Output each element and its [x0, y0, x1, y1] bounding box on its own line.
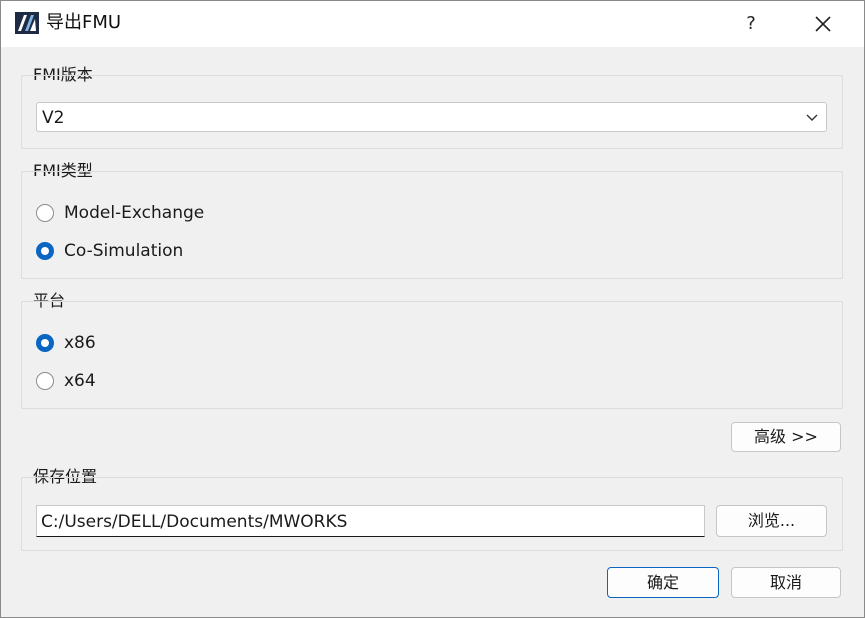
save-path-input[interactable]: C:/Users/DELL/Documents/MWORKS — [36, 505, 705, 537]
cancel-button[interactable]: 取消 — [731, 567, 841, 598]
fmi-version-select[interactable]: V2 — [36, 102, 827, 132]
chevron-down-icon — [806, 114, 818, 121]
radio-button-unchecked[interactable] — [36, 204, 54, 222]
advanced-button[interactable]: 高级 >> — [731, 422, 841, 452]
radio-button-checked[interactable] — [36, 242, 54, 260]
close-icon — [815, 16, 831, 32]
browse-button[interactable]: 浏览... — [716, 505, 827, 537]
radio-x64[interactable]: x64 — [36, 369, 236, 393]
window-title: 导出FMU — [46, 12, 122, 33]
export-fmu-dialog: 导出FMU ? FMI版本 V2 FMI类型 Model-Exchange Co… — [0, 0, 865, 618]
fmi-version-value: V2 — [42, 108, 65, 128]
ok-button[interactable]: 确定 — [607, 567, 719, 598]
title-bar[interactable]: 导出FMU ? — [1, 1, 864, 47]
help-button[interactable]: ? — [731, 7, 771, 41]
radio-button-checked[interactable] — [36, 334, 54, 352]
radio-button-unchecked[interactable] — [36, 372, 54, 390]
radio-model-exchange[interactable]: Model-Exchange — [36, 201, 336, 225]
radio-label: x86 — [64, 333, 96, 353]
radio-label: Co-Simulation — [64, 241, 184, 261]
radio-label: x64 — [64, 371, 96, 391]
app-logo-icon — [15, 12, 39, 34]
radio-x86[interactable]: x86 — [36, 331, 236, 355]
close-button[interactable] — [801, 7, 845, 41]
radio-co-simulation[interactable]: Co-Simulation — [36, 239, 336, 263]
save-path-value: C:/Users/DELL/Documents/MWORKS — [41, 512, 348, 532]
radio-label: Model-Exchange — [64, 203, 205, 223]
